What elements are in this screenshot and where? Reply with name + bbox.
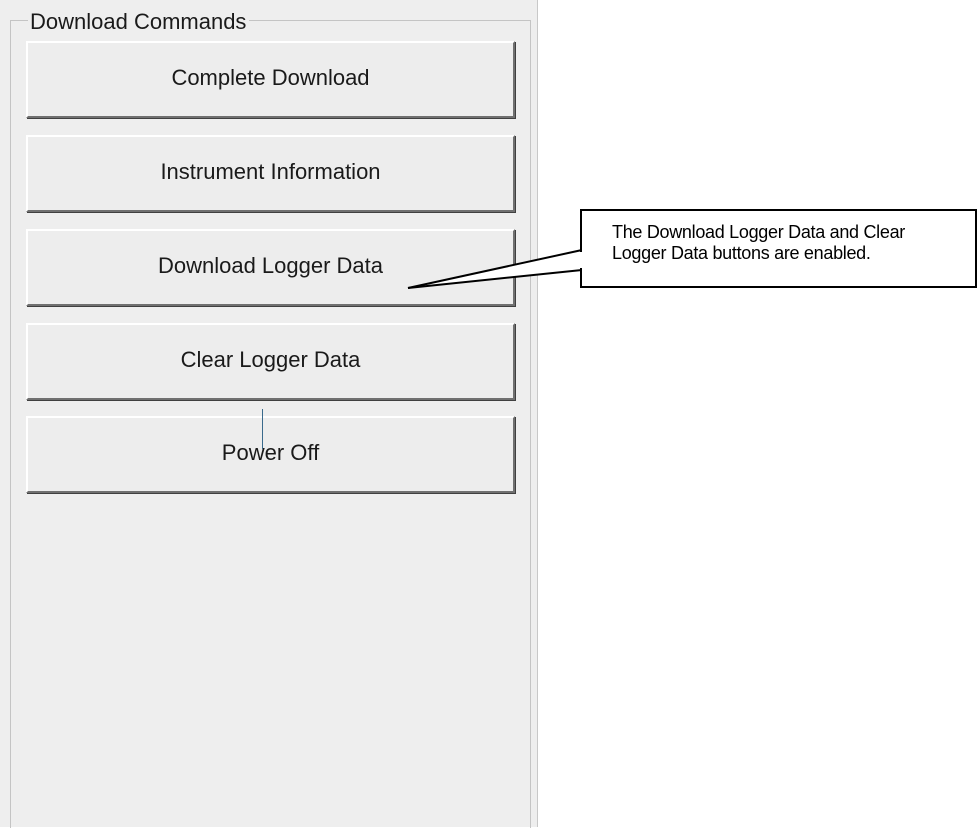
power-off-button[interactable]: Power Off <box>26 416 515 493</box>
instrument-information-button[interactable]: Instrument Information <box>26 135 515 212</box>
mouse-cursor-line <box>262 409 263 449</box>
complete-download-button[interactable]: Complete Download <box>26 41 515 118</box>
complete-download-label: Complete Download <box>171 64 370 90</box>
groupbox-title: Download Commands <box>28 10 250 34</box>
download-logger-data-label: Download Logger Data <box>157 252 384 278</box>
annotation-callout: The Download Logger Data and Clear Logge… <box>580 209 977 288</box>
callout-text: The Download Logger Data and Clear Logge… <box>612 222 905 263</box>
clear-logger-data-button[interactable]: Clear Logger Data <box>26 323 515 400</box>
download-logger-data-button[interactable]: Download Logger Data <box>26 229 515 306</box>
instrument-information-label: Instrument Information <box>160 158 381 184</box>
download-commands-panel: Download Commands Complete Download Inst… <box>0 0 538 828</box>
clear-logger-data-label: Clear Logger Data <box>180 346 361 372</box>
power-off-label: Power Off <box>221 439 320 465</box>
